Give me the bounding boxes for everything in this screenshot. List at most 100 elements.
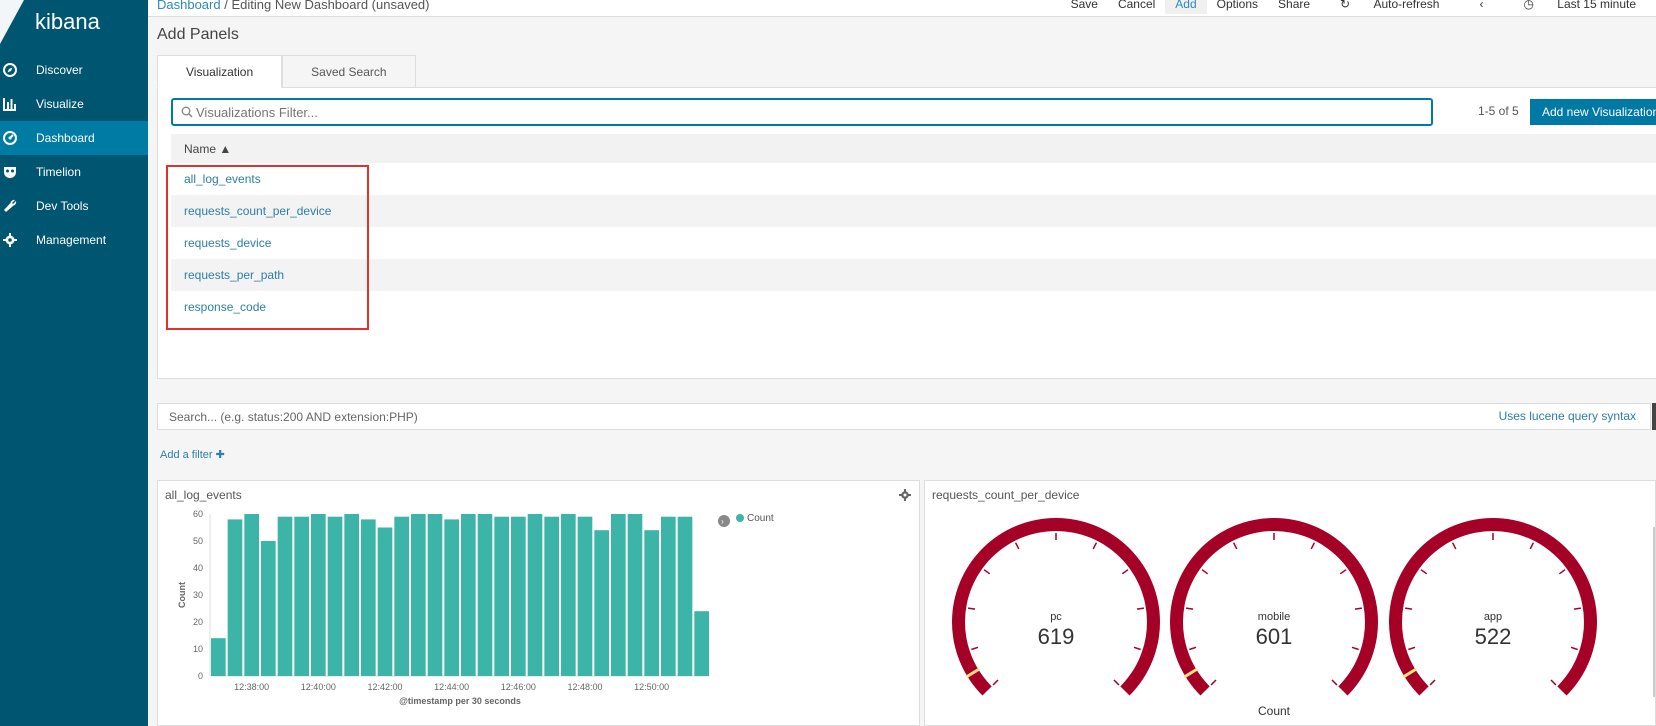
- sidebar-item-dev-tools[interactable]: Dev Tools: [0, 189, 148, 223]
- visualization-item[interactable]: response_code: [171, 291, 1656, 323]
- x-tick-label: 12:48:00: [567, 682, 602, 692]
- bar[interactable]: [494, 516, 509, 676]
- bar[interactable]: [427, 514, 443, 676]
- share-button[interactable]: Share: [1268, 0, 1320, 14]
- breadcrumb-dashboard-link[interactable]: Dashboard: [157, 0, 221, 12]
- visualization-item[interactable]: requests_device: [171, 227, 1656, 259]
- add-new-visualization-button[interactable]: Add new Visualization: [1530, 99, 1656, 125]
- bar[interactable]: [577, 516, 593, 676]
- sidebar-item-management[interactable]: Management: [0, 223, 148, 257]
- bar[interactable]: [644, 530, 659, 676]
- gauge-label: mobile: [1258, 611, 1290, 623]
- sidebar-item-timelion[interactable]: Timelion: [0, 155, 148, 189]
- lucene-syntax-link[interactable]: Uses lucene query syntax: [1499, 409, 1636, 423]
- x-tick-label: 12:46:00: [501, 682, 536, 692]
- gauge-arc[interactable]: [1170, 518, 1378, 696]
- sidebar-item-label: Timelion: [36, 165, 81, 179]
- compass-icon: [3, 63, 17, 77]
- kibana-logo-icon: [0, 0, 24, 44]
- auto-refresh-button[interactable]: ↻ Auto-refresh: [1320, 0, 1459, 14]
- bar[interactable]: [377, 527, 393, 677]
- dashboard-icon: [3, 131, 17, 145]
- x-tick-label: 12:38:00: [234, 682, 269, 692]
- legend-toggle-icon[interactable]: [718, 515, 730, 527]
- gauge-tick: [1354, 607, 1363, 610]
- gauge-chart: pc619 mobile601 app522 Count: [952, 518, 1655, 718]
- query-bar[interactable]: Search... (e.g. status:200 AND extension…: [157, 403, 1651, 430]
- bar[interactable]: [411, 514, 426, 676]
- bar[interactable]: [361, 519, 376, 676]
- cancel-button[interactable]: Cancel: [1108, 0, 1165, 14]
- bar[interactable]: [311, 514, 326, 676]
- bar[interactable]: [594, 530, 609, 676]
- gauge-tick: [1185, 607, 1194, 610]
- y-tick-label: 0: [198, 671, 203, 681]
- gauge-label: app: [1484, 611, 1502, 623]
- bar[interactable]: [444, 519, 459, 676]
- gauge-tick: [1331, 679, 1338, 686]
- bar[interactable]: [461, 514, 476, 676]
- previous-time-button[interactable]: ‹: [1459, 0, 1503, 14]
- bar[interactable]: [294, 516, 309, 676]
- add-panels-title: Add Panels: [157, 26, 239, 43]
- visualization-item[interactable]: requests_count_per_device: [171, 195, 1656, 227]
- add-filter-link[interactable]: Add a filter ✚: [160, 448, 225, 461]
- bar[interactable]: [261, 541, 276, 676]
- tab-visualization[interactable]: Visualization: [157, 55, 283, 88]
- gauge-tick: [1136, 607, 1145, 610]
- clock-icon: ◷: [1523, 0, 1538, 11]
- bar[interactable]: [627, 514, 643, 676]
- bar[interactable]: [344, 514, 359, 676]
- gauge-tick: [971, 646, 979, 651]
- bar[interactable]: [661, 516, 676, 676]
- bar[interactable]: [561, 514, 576, 676]
- gauge-arc[interactable]: [952, 518, 1160, 696]
- sidebar-item-label: Discover: [36, 63, 83, 77]
- options-button[interactable]: Options: [1207, 0, 1268, 14]
- visualization-item[interactable]: all_log_events: [171, 163, 1656, 195]
- bar[interactable]: [611, 514, 626, 676]
- y-tick-label: 20: [193, 617, 203, 627]
- tab-saved-search[interactable]: Saved Search: [282, 55, 416, 88]
- bar[interactable]: [327, 516, 343, 676]
- visualizations-filter-input[interactable]: [196, 104, 1396, 120]
- legend-label[interactable]: Count: [747, 513, 774, 524]
- bar[interactable]: [211, 638, 226, 676]
- gauge-tick: [1339, 569, 1347, 575]
- bar[interactable]: [477, 514, 493, 676]
- kibana-logo[interactable]: kibana: [0, 0, 148, 44]
- gauge-arc[interactable]: [1389, 518, 1597, 696]
- sidebar-item-visualize[interactable]: Visualize: [0, 87, 148, 121]
- gauge-tick: [1210, 679, 1217, 686]
- search-submit-button[interactable]: [1652, 403, 1656, 430]
- bar[interactable]: [694, 611, 709, 676]
- x-axis-label: @timestamp per 30 seconds: [399, 696, 521, 706]
- bar[interactable]: [277, 516, 293, 676]
- save-button[interactable]: Save: [1061, 0, 1108, 14]
- time-picker-button[interactable]: ◷ Last 15 minute: [1503, 0, 1656, 14]
- bar-chart-icon: [3, 97, 17, 111]
- bar[interactable]: [527, 514, 543, 676]
- add-button[interactable]: Add: [1165, 0, 1207, 14]
- bar[interactable]: [544, 516, 559, 676]
- x-tick-label: 12:42:00: [367, 682, 402, 692]
- sidebar-item-label: Dashboard: [36, 131, 95, 145]
- sidebar-item-label: Visualize: [36, 97, 84, 111]
- sidebar-item-dashboard[interactable]: Dashboard: [0, 121, 148, 155]
- result-count: 1-5 of 5: [1478, 104, 1519, 118]
- bar[interactable]: [511, 516, 526, 676]
- gauge-tick: [1573, 607, 1582, 610]
- sidebar-item-discover[interactable]: Discover: [0, 53, 148, 87]
- chevron-right-icon: ›: [721, 517, 724, 526]
- visualization-item[interactable]: requests_per_path: [171, 259, 1656, 291]
- bar[interactable]: [394, 516, 409, 676]
- bar[interactable]: [677, 516, 693, 676]
- gauge-tick: [1133, 646, 1141, 651]
- bar[interactable]: [244, 514, 259, 676]
- gauge-value: 522: [1475, 624, 1512, 649]
- gauge-tick: [1550, 679, 1557, 686]
- name-column-header[interactable]: Name ▲: [171, 134, 1656, 163]
- bar[interactable]: [227, 519, 243, 676]
- gauge-tick: [1232, 542, 1238, 550]
- gauge-tick: [1113, 679, 1120, 686]
